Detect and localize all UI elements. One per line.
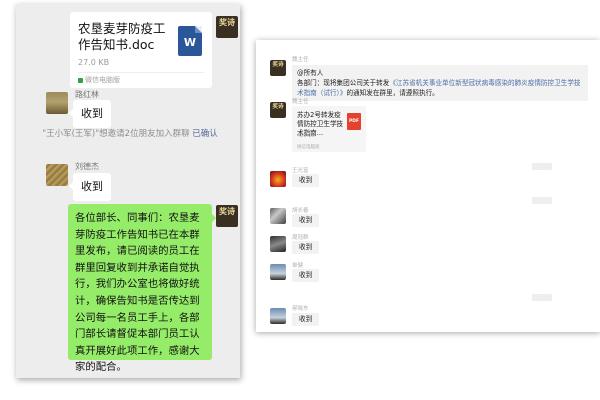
sender-name: 魏主任: [292, 57, 309, 63]
avatar-zhou-guanqun[interactable]: [270, 236, 286, 252]
timestamp-divider: [532, 163, 552, 170]
system-notice-text: "王小军(王军)"想邀请2位朋友加入群聊: [42, 129, 190, 139]
file-divider: [78, 72, 204, 73]
message-bubble[interactable]: 收到: [69, 100, 111, 128]
pdf-icon: PDF: [347, 113, 361, 130]
message-text: 的通知发在群里，请遵照执行。: [346, 89, 439, 97]
sender-name: 周冠群: [292, 235, 309, 241]
message-bubble[interactable]: 收到: [69, 173, 111, 201]
sender-name: 魏主任: [292, 99, 309, 105]
word-doc-icon: W: [178, 26, 202, 56]
message-text: 各部门：现将集团公司关于转发: [297, 79, 390, 87]
brand-logo-avatar[interactable]: 奖诗: [270, 60, 286, 76]
sender-name: 胡长春: [292, 208, 309, 214]
brand-logo-avatar[interactable]: 奖诗: [216, 205, 238, 227]
file-source-label: 微信电脑版: [85, 76, 120, 84]
file-size: 27.0 KB: [78, 58, 110, 67]
reply-bubble[interactable]: 收到: [292, 214, 320, 227]
right-chat-panel: 奖诗 魏主任 @所有人 各部门：现将集团公司关于转发《江苏省机关事业单位新型冠状…: [256, 40, 600, 332]
reply-bubble[interactable]: 收到: [292, 269, 320, 282]
timestamp-divider: [532, 197, 552, 204]
pdf-file-card[interactable]: 苏办2号转发疫情防控卫生学技术指南... 460.1K 微信电脑版 PDF: [292, 106, 366, 152]
announcement-bubble[interactable]: 各位部长、同事们：农垦麦芽防疫工作告知书已在本群里发布，请已阅读的员工在群里回复…: [68, 204, 216, 373]
file-title: 农垦麦芽防疫工作告知书.doc: [78, 21, 166, 52]
sender-name: 路红林: [75, 90, 99, 99]
avatar-wang-guangfu[interactable]: [270, 171, 286, 187]
screenshot-composite: 农垦麦芽防疫工作告知书.doc 27.0 KB W 微信电脑版 奖诗 路红林 收…: [0, 0, 600, 400]
file-size: 460.1K: [297, 133, 315, 139]
sender-name: 刘德杰: [75, 162, 99, 171]
confirm-link[interactable]: 已确认: [192, 129, 218, 139]
system-notice: "王小军(王军)"想邀请2位朋友加入群聊 已确认: [36, 128, 224, 141]
reply-bubble[interactable]: 收到: [292, 241, 320, 254]
avatar-liu-dejie[interactable]: [46, 164, 68, 186]
brand-logo-avatar[interactable]: 奖诗: [270, 102, 286, 118]
mention-all: @所有人: [297, 69, 324, 77]
timestamp-divider: [532, 294, 552, 301]
reply-bubble[interactable]: 收到: [292, 313, 320, 326]
file-fold-corner: [195, 26, 202, 33]
avatar-shan-jian[interactable]: [270, 264, 286, 280]
left-chat-panel: 农垦麦芽防疫工作告知书.doc 27.0 KB W 微信电脑版 奖诗 路红林 收…: [16, 4, 240, 378]
avatar-hu-changchun[interactable]: [270, 208, 286, 224]
file-source: 微信电脑版: [297, 145, 320, 150]
avatar-lu-honglin[interactable]: [46, 92, 68, 114]
wechat-pc-icon: [78, 77, 83, 83]
sender-name: 单健: [292, 263, 304, 269]
doc-file-card[interactable]: 农垦麦芽防疫工作告知书.doc 27.0 KB W 微信电脑版: [70, 12, 212, 88]
reply-bubble[interactable]: 收到: [292, 174, 320, 187]
brand-logo-avatar[interactable]: 奖诗: [216, 16, 238, 38]
sender-name: 郝晓东: [292, 306, 309, 312]
notice-message-bubble[interactable]: @所有人 各部门：现将集团公司关于转发《江苏省机关事业单位新型冠状病毒感染的肺炎…: [292, 65, 588, 101]
sender-name: 王光富: [292, 168, 309, 174]
word-icon-letter: W: [183, 36, 197, 49]
avatar-hao-xiaodong[interactable]: [270, 308, 286, 324]
file-source: 微信电脑版: [78, 75, 120, 85]
